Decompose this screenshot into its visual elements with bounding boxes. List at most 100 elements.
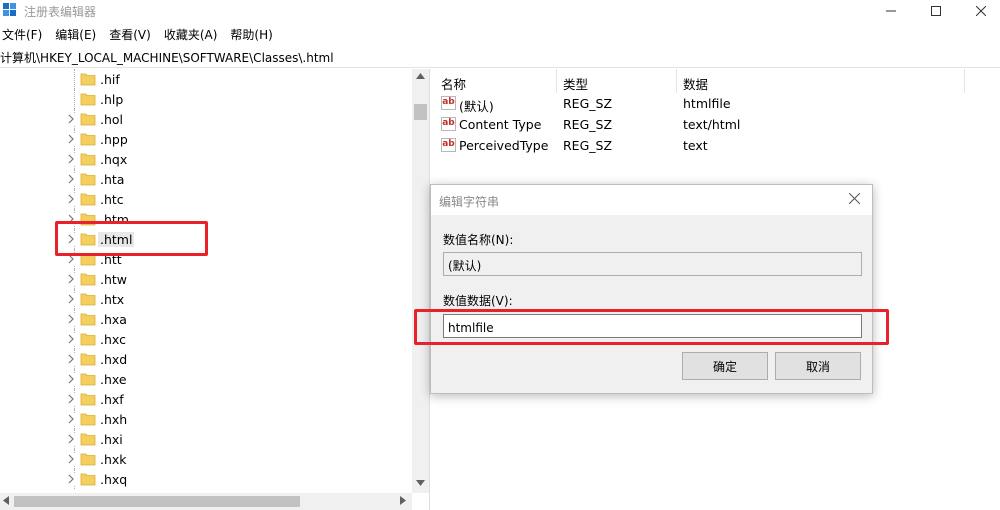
tree-item[interactable]: .hqx [0,149,412,169]
tree-item[interactable]: .hxe [0,369,412,389]
tree-item[interactable]: .html [0,229,412,249]
value-name-cell: (默认) [459,99,494,114]
chevron-right-icon[interactable] [65,273,77,285]
chevron-right-icon[interactable] [65,233,77,245]
tree-item[interactable]: .hxi [0,429,412,449]
tree-item-label: .hlp [100,92,124,107]
chevron-right-icon[interactable] [65,213,77,225]
tree-item[interactable]: .hif [0,69,412,89]
column-header-name[interactable]: 名称 [435,69,557,93]
scroll-left-arrow-icon[interactable] [3,496,9,505]
tree-item-label: .htm [100,212,129,227]
address-bar[interactable]: 计算机\HKEY_LOCAL_MACHINE\SOFTWARE\Classes\… [0,46,1000,68]
tree-item-label: .htt [100,252,122,267]
tree-item[interactable]: .hxd [0,349,412,369]
chevron-right-icon[interactable] [65,253,77,265]
chevron-right-icon[interactable] [65,313,77,325]
column-header-data[interactable]: 数据 [677,69,965,93]
close-icon[interactable] [849,193,860,204]
value-data-label: 数值数据(V): [443,294,513,308]
value-row[interactable]: ab (默认) REG_SZ htmlfile [435,93,1000,114]
scroll-down-arrow-icon[interactable] [416,480,425,486]
folder-icon [80,233,96,246]
chevron-right-icon[interactable] [65,453,77,465]
ok-button[interactable]: 确定 [682,352,768,380]
chevron-right-icon[interactable] [65,153,77,165]
tree-item[interactable]: .htc [0,189,412,209]
tree-item-label: .hxe [100,372,127,387]
tree-item[interactable]: .hxq [0,469,412,489]
tree-item[interactable]: .htt [0,249,412,269]
tree-horizontal-scroll-thumb[interactable] [14,496,300,507]
value-data-cell: text/html [683,117,741,132]
value-name-cell: PerceivedType [459,138,549,153]
tree-item[interactable]: .hxa [0,309,412,329]
value-data-cell: text [683,138,708,153]
tree-horizontal-scrollbar[interactable] [0,493,412,510]
menu-edit[interactable]: 编辑(E) [53,24,103,44]
tree-item[interactable]: .hol [0,109,412,129]
chevron-right-icon[interactable] [65,393,77,405]
folder-icon [80,453,96,466]
tree-item[interactable]: .hxk [0,449,412,469]
chevron-right-icon[interactable] [65,133,77,145]
chevron-right-icon[interactable] [65,373,77,385]
folder-icon [80,193,96,206]
tree-item[interactable]: .hxc [0,329,412,349]
minimize-icon [886,10,896,12]
folder-icon [80,133,96,146]
chevron-right-icon[interactable] [65,433,77,445]
folder-icon [80,313,96,326]
folder-icon [80,373,96,386]
folder-icon [80,213,96,226]
tree-item-label: .hta [100,172,125,187]
tree-item-label: .hxc [100,332,126,347]
tree-item-label: .hol [100,112,124,127]
chevron-right-icon[interactable] [65,473,77,485]
chevron-right-icon[interactable] [65,413,77,425]
value-data-input[interactable] [443,314,862,338]
chevron-right-icon[interactable] [65,293,77,305]
scroll-up-arrow-icon[interactable] [416,73,425,79]
maximize-button[interactable] [913,0,959,22]
folder-icon [80,173,96,186]
title-bar: 注册表编辑器 [0,0,1000,22]
chevron-right-icon[interactable] [65,173,77,185]
tree-item[interactable]: .htm [0,209,412,229]
cancel-button[interactable]: 取消 [775,352,861,380]
scroll-right-arrow-icon[interactable] [400,496,406,505]
tree-item-label: .htw [100,272,128,287]
tree-item[interactable]: .hta [0,169,412,189]
tree-item[interactable]: .hpp [0,129,412,149]
tree-item[interactable]: .hxh [0,409,412,429]
value-name-label: 数值名称(N): [443,233,514,247]
tree-vertical-scrollbar[interactable] [412,69,429,493]
tree-vertical-scroll-thumb[interactable] [414,104,427,120]
string-value-icon: ab [441,138,456,152]
menu-bar: 文件(F) 编辑(E) 查看(V) 收藏夹(A) 帮助(H) [0,24,284,44]
value-row[interactable]: ab Content Type REG_SZ text/html [435,114,1000,135]
minimize-button[interactable] [868,0,914,22]
menu-favorites[interactable]: 收藏夹(A) [162,24,225,44]
chevron-right-icon[interactable] [65,113,77,125]
column-header-type[interactable]: 类型 [557,69,677,93]
tree-item-label: .html [98,232,135,247]
tree-item[interactable]: .hxf [0,389,412,409]
chevron-right-icon[interactable] [65,333,77,345]
tree-item[interactable]: .htw [0,269,412,289]
close-icon [976,6,986,16]
menu-help[interactable]: 帮助(H) [228,24,279,44]
menu-view[interactable]: 查看(V) [107,24,158,44]
tree-item[interactable]: .htx [0,289,412,309]
value-row[interactable]: ab PerceivedType REG_SZ text [435,135,1000,156]
menu-file[interactable]: 文件(F) [0,24,49,44]
tree-item[interactable]: .hlp [0,89,412,109]
close-button[interactable] [958,0,1000,22]
value-name-cell: Content Type [459,117,542,132]
tree-item-label: .htx [100,292,125,307]
chevron-right-icon[interactable] [65,353,77,365]
tree-item-label: .hxa [100,312,127,327]
folder-icon [80,293,96,306]
chevron-right-icon[interactable] [65,193,77,205]
dialog-title: 编辑字符串 [439,195,500,209]
